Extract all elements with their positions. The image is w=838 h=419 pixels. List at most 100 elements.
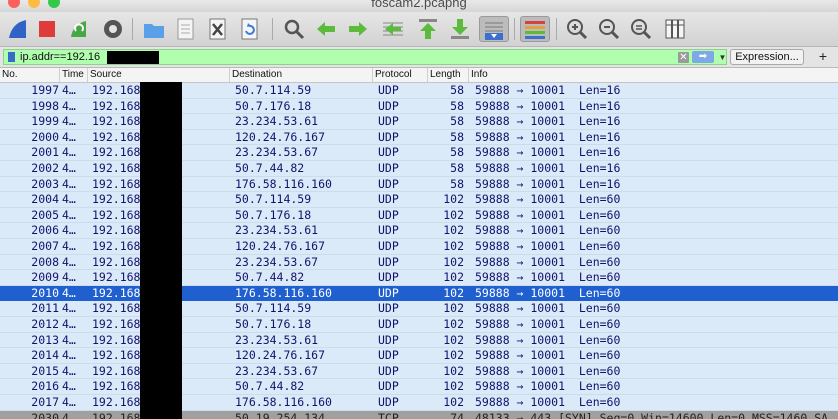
packet-row[interactable]: 2006 4… 192.168 23.234.53.61 UDP 102 59888 → 1… (0, 223, 838, 239)
packet-source: 192.168 (92, 363, 141, 378)
column-header-source[interactable]: Source (88, 68, 230, 82)
capture-options-button[interactable] (100, 16, 126, 42)
packet-length: 102 (443, 301, 464, 316)
display-filter-input[interactable]: ip.addr==192.16 ✕ ➡ ▼ (3, 49, 727, 65)
packet-row[interactable]: 2030 4… 192.168 50.19.254.134 TCP 74 48133 → 4… (0, 410, 838, 419)
packet-source: 192.168 (92, 317, 141, 331)
packet-info: 59888 → 10001 Len=60 (475, 348, 621, 363)
stop-capture-button[interactable] (34, 16, 60, 42)
go-forward-button[interactable] (345, 16, 371, 42)
go-back-button[interactable] (313, 16, 339, 42)
zoom-out-button[interactable] (596, 16, 622, 42)
selected-packet-row[interactable]: 2010 4… 192.168 176.58.116.160 UDP 102 59888 →… (0, 285, 838, 302)
packet-time: 4… (62, 161, 76, 175)
bookmark-icon[interactable] (8, 52, 15, 62)
find-packet-button[interactable] (281, 16, 307, 42)
packet-time: 4… (62, 363, 76, 378)
packet-length: 102 (443, 379, 464, 394)
packet-row[interactable]: 2017 4… 192.168 176.58.116.160 UDP 102 59888 →… (0, 395, 838, 411)
auto-scroll-button[interactable] (479, 16, 509, 42)
packet-row[interactable]: 2001 4… 192.168 23.234.53.67 UDP 58 59888 → 10… (0, 145, 838, 161)
packet-info: 59888 → 10001 Len=16 (475, 161, 621, 175)
packet-protocol: UDP (378, 192, 399, 207)
auto-scroll-icon (485, 22, 503, 40)
packet-time: 4… (62, 285, 76, 300)
packet-row[interactable]: 2012 4… 192.168 50.7.176.18 UDP 102 59888 → 10… (0, 317, 838, 333)
filter-history-chevron-down-icon[interactable]: ▼ (718, 51, 727, 64)
packet-time: 4… (62, 129, 76, 144)
close-file-button[interactable] (205, 16, 231, 42)
packet-source: 192.168 (92, 254, 141, 269)
packet-destination: 23.234.53.67 (235, 363, 319, 378)
clear-filter-icon[interactable]: ✕ (678, 52, 689, 63)
packet-row[interactable]: 1998 4… 192.168 50.7.176.18 UDP 58 59888 → 100… (0, 98, 838, 115)
packet-row[interactable]: 2016 4… 192.168 50.7.44.82 UDP 102 59888 → 100… (0, 379, 838, 395)
packet-length: 58 (450, 161, 464, 175)
packet-length: 102 (443, 207, 464, 222)
display-filter-bar: ip.addr==192.16 ✕ ➡ ▼ Expression... + (0, 47, 838, 68)
packet-row[interactable]: 2009 4… 192.168 50.7.44.82 UDP 102 59888 → 100… (0, 270, 838, 286)
packet-row[interactable]: 2011 4… 192.168 50.7.114.59 UDP 102 59888 → 10… (0, 301, 838, 317)
packet-info: 59888 → 10001 Len=60 (475, 192, 621, 207)
resize-columns-button[interactable] (662, 16, 688, 42)
packet-row[interactable]: 2013 4… 192.168 23.234.53.61 UDP 102 59888 → 1… (0, 332, 838, 349)
packet-info: 59888 → 10001 Len=60 (475, 285, 621, 300)
packet-time: 4… (62, 379, 76, 394)
packet-row[interactable]: 2005 4… 192.168 50.7.176.18 UDP 102 59888 → 10… (0, 207, 838, 224)
packet-time: 4… (62, 270, 76, 285)
packet-info: 59888 → 10001 Len=60 (475, 332, 621, 347)
packet-number: 2016 (31, 379, 59, 394)
start-capture-button[interactable] (5, 16, 31, 42)
packet-source: 192.168 (92, 192, 141, 207)
add-filter-button[interactable]: + (815, 49, 831, 65)
reload-file-button[interactable] (237, 16, 263, 42)
open-file-button[interactable] (141, 16, 167, 42)
packet-number: 2007 (31, 239, 59, 253)
packet-protocol: UDP (378, 254, 399, 269)
packet-source: 192.168 (92, 176, 141, 191)
zoom-in-button[interactable] (564, 16, 590, 42)
colorize-button[interactable] (520, 16, 550, 42)
packet-length: 102 (443, 285, 464, 300)
redaction-block (107, 51, 159, 64)
packet-info: 48133 → 443 [SYN] Seq=0 Win=14600 Len=0 … (475, 410, 829, 419)
packet-source: 192.168 (92, 223, 141, 238)
go-first-packet-button[interactable] (415, 16, 441, 42)
packet-number: 2009 (31, 270, 59, 285)
packet-info: 59888 → 10001 Len=60 (475, 223, 621, 238)
normal-size-button[interactable] (628, 16, 654, 42)
go-last-packet-button[interactable] (447, 16, 473, 42)
packet-row[interactable]: 2002 4… 192.168 50.7.44.82 UDP 58 59888 → 1000… (0, 161, 838, 177)
packet-number: 2015 (31, 363, 59, 378)
packet-row[interactable]: 2008 4… 192.168 23.234.53.67 UDP 102 59888 → 1… (0, 254, 838, 271)
apply-filter-icon[interactable]: ➡ (692, 51, 714, 63)
packet-number: 2003 (31, 176, 59, 191)
packet-protocol: UDP (378, 207, 399, 222)
packet-row[interactable]: 1999 4… 192.168 23.234.53.61 UDP 58 59888 → 10… (0, 114, 838, 130)
packet-row[interactable]: 2000 4… 192.168 120.24.76.167 UDP 58 59888 → 1… (0, 129, 838, 146)
reload-file-icon (241, 18, 258, 40)
packet-length: 102 (443, 395, 464, 409)
packet-number: 2010 (31, 285, 59, 300)
column-header-protocol[interactable]: Protocol (373, 68, 428, 82)
save-file-button[interactable] (173, 16, 199, 42)
go-back-icon (317, 22, 335, 36)
packet-protocol: UDP (378, 98, 399, 113)
packet-row[interactable]: 2004 4… 192.168 50.7.114.59 UDP 102 59888 → 10… (0, 192, 838, 208)
column-header-time[interactable]: Time (60, 68, 88, 82)
packet-row[interactable]: 2003 4… 192.168 176.58.116.160 UDP 58 59888 → … (0, 176, 838, 193)
go-first-packet-icon (419, 19, 437, 39)
restart-capture-button[interactable] (66, 16, 92, 42)
expression-button[interactable]: Expression... (730, 49, 804, 65)
packet-length: 58 (450, 176, 464, 191)
column-header-no[interactable]: No. (0, 68, 60, 82)
packet-row[interactable]: 2014 4… 192.168 120.24.76.167 UDP 102 59888 → … (0, 348, 838, 364)
packet-row[interactable]: 2007 4… 192.168 120.24.76.167 UDP 102 59888 → … (0, 239, 838, 255)
go-to-packet-button[interactable] (380, 16, 406, 42)
column-header-destination[interactable]: Destination (230, 68, 373, 82)
column-header-length[interactable]: Length (428, 68, 469, 82)
packet-row[interactable]: 2015 4… 192.168 23.234.53.67 UDP 102 59888 → 1… (0, 363, 838, 380)
packet-row[interactable]: 1997 4… 192.168 50.7.114.59 UDP 58 59888 → 100… (0, 83, 838, 99)
column-header-info[interactable]: Info (469, 68, 838, 82)
packet-info: 59888 → 10001 Len=16 (475, 114, 621, 129)
